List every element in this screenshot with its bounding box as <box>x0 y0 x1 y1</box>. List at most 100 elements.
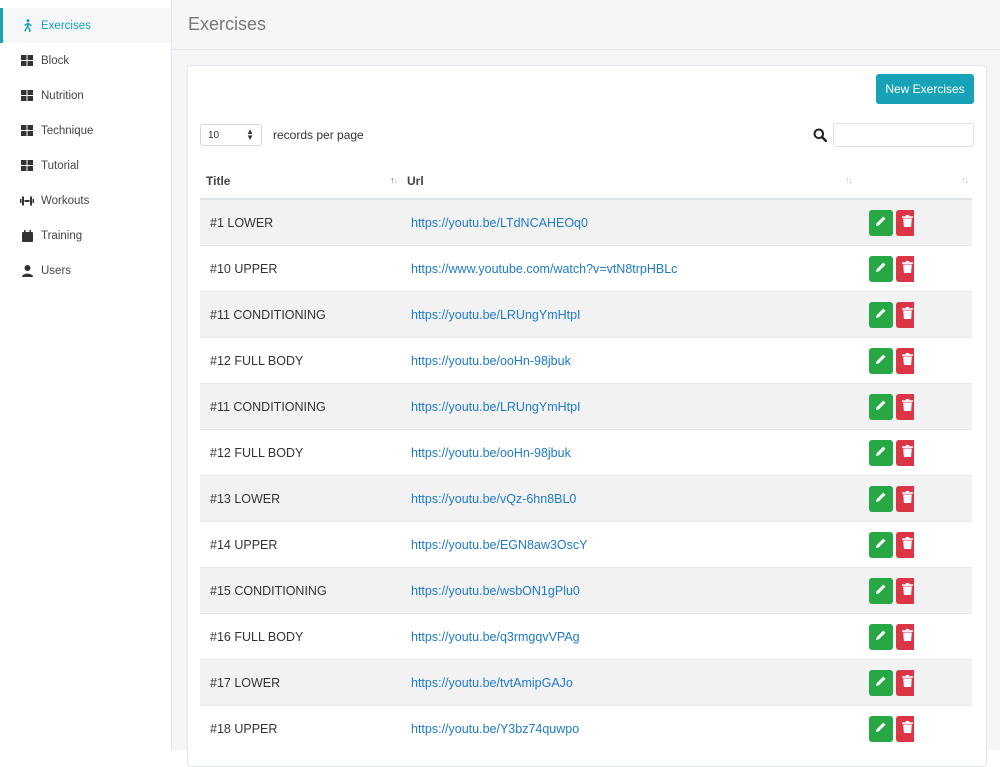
delete-button[interactable] <box>896 439 914 466</box>
table-row: #16 FULL BODY https://youtu.be/q3rmgqvVPA… <box>200 613 972 660</box>
column-header-url[interactable]: Url ↑↓ <box>401 164 856 200</box>
trash-icon <box>902 445 913 460</box>
column-header-extra[interactable]: ↑↓ <box>914 164 972 200</box>
delete-button[interactable] <box>896 531 914 558</box>
running-icon <box>20 19 34 33</box>
search-icon <box>813 128 827 142</box>
edit-button[interactable] <box>869 209 893 236</box>
edit-button[interactable] <box>869 393 893 420</box>
delete-button[interactable] <box>896 255 914 282</box>
column-header-title[interactable]: Title ↑↓ <box>200 164 401 200</box>
table-row: #17 LOWER https://youtu.be/tvtAmipGAJo <box>200 659 972 706</box>
delete-button[interactable] <box>896 577 914 604</box>
url-link[interactable]: https://youtu.be/EGN8aw3OscY <box>411 538 587 552</box>
sidebar-item-training[interactable]: Training <box>0 218 171 253</box>
url-link[interactable]: https://youtu.be/ooHn-98jbuk <box>411 446 571 460</box>
actions-cell <box>856 659 914 706</box>
new-exercises-button[interactable]: New Exercises <box>876 74 974 104</box>
delete-button[interactable] <box>896 301 914 328</box>
delete-button[interactable] <box>896 393 914 420</box>
url-link[interactable]: https://www.youtube.com/watch?v=vtN8trpH… <box>411 262 677 276</box>
url-link[interactable]: https://youtu.be/wsbON1gPlu0 <box>411 584 580 598</box>
delete-button[interactable] <box>896 485 914 512</box>
title-cell: #16 FULL BODY <box>200 613 401 660</box>
sidebar: Exercises Block Nutrition Technique Tutorial… <box>0 0 172 750</box>
delete-button[interactable] <box>896 715 914 742</box>
url-link[interactable]: https://youtu.be/Y3bz74quwpo <box>411 722 579 736</box>
url-cell: https://youtu.be/ooHn-98jbuk <box>401 337 856 384</box>
edit-button[interactable] <box>869 531 893 558</box>
pencil-icon <box>875 491 887 506</box>
delete-button[interactable] <box>896 623 914 650</box>
sidebar-item-label: Exercises <box>41 19 91 32</box>
column-header-actions[interactable] <box>856 164 914 200</box>
empty-cell <box>914 291 972 338</box>
title-cell: #17 LOWER <box>200 659 401 706</box>
sidebar-item-block[interactable]: Block <box>0 43 171 78</box>
trash-icon <box>902 307 913 322</box>
edit-button[interactable] <box>869 301 893 328</box>
url-link[interactable]: https://youtu.be/LTdNCAHEOq0 <box>411 216 588 230</box>
sidebar-item-label: Users <box>41 264 72 277</box>
sidebar-item-label: Training <box>41 229 83 242</box>
edit-button[interactable] <box>869 577 893 604</box>
sidebar-item-technique[interactable]: Technique <box>0 113 171 148</box>
delete-button[interactable] <box>896 347 914 374</box>
title-cell: #18 UPPER <box>200 705 401 751</box>
sidebar-item-tutorial[interactable]: Tutorial <box>0 148 171 183</box>
empty-cell <box>914 521 972 568</box>
edit-button[interactable] <box>869 439 893 466</box>
empty-cell <box>914 198 972 246</box>
edit-button[interactable] <box>869 347 893 374</box>
search-input[interactable] <box>833 123 974 147</box>
url-link[interactable]: https://youtu.be/vQz-6hn8BL0 <box>411 492 576 506</box>
url-link[interactable]: https://youtu.be/q3rmgqvVPAg <box>411 630 580 644</box>
page-title: Exercises <box>188 14 267 34</box>
pencil-icon <box>875 675 887 690</box>
actions-cell <box>856 705 914 751</box>
pencil-icon <box>875 537 887 552</box>
sort-icon: ↑↓ <box>845 175 853 185</box>
grid-icon <box>20 54 34 68</box>
empty-cell <box>914 475 972 522</box>
table-row: #15 CONDITIONING https://youtu.be/wsbON1g… <box>200 567 972 614</box>
edit-button[interactable] <box>869 715 893 742</box>
edit-button[interactable] <box>869 669 893 696</box>
url-link[interactable]: https://youtu.be/LRUngYmHtpI <box>411 308 581 322</box>
grid-icon <box>20 159 34 173</box>
trash-icon <box>902 721 913 736</box>
empty-cell <box>914 659 972 706</box>
url-cell: https://youtu.be/q3rmgqvVPAg <box>401 613 856 660</box>
sidebar-item-nutrition[interactable]: Nutrition <box>0 78 171 113</box>
url-cell: https://youtu.be/EGN8aw3OscY <box>401 521 856 568</box>
table-row: #12 FULL BODY https://youtu.be/ooHn-98jbu… <box>200 429 972 476</box>
empty-cell <box>914 383 972 430</box>
empty-cell <box>914 337 972 384</box>
url-link[interactable]: https://youtu.be/LRUngYmHtpI <box>411 400 581 414</box>
search-control <box>813 123 974 147</box>
empty-cell <box>914 245 972 292</box>
actions-cell <box>856 245 914 292</box>
exercises-card: New Exercises 10 ▲ ▼ records per page Tit… <box>187 65 987 767</box>
title-cell: #10 UPPER <box>200 245 401 292</box>
trash-icon <box>902 675 913 690</box>
select-arrows-icon: ▲ ▼ <box>246 127 254 142</box>
sidebar-item-workouts[interactable]: Workouts <box>0 183 171 218</box>
delete-button[interactable] <box>896 669 914 696</box>
url-link[interactable]: https://youtu.be/ooHn-98jbuk <box>411 354 571 368</box>
url-cell: https://youtu.be/LRUngYmHtpI <box>401 383 856 430</box>
edit-button[interactable] <box>869 623 893 650</box>
title-cell: #14 UPPER <box>200 521 401 568</box>
page-length-select[interactable]: 10 ▲ ▼ <box>200 124 262 146</box>
url-cell: https://youtu.be/vQz-6hn8BL0 <box>401 475 856 522</box>
sidebar-item-exercises[interactable]: Exercises <box>0 8 171 43</box>
trash-icon <box>902 629 913 644</box>
dumbbell-icon <box>20 194 34 208</box>
edit-button[interactable] <box>869 485 893 512</box>
url-link[interactable]: https://youtu.be/tvtAmipGAJo <box>411 676 573 690</box>
delete-button[interactable] <box>896 209 914 236</box>
url-cell: https://youtu.be/wsbON1gPlu0 <box>401 567 856 614</box>
sidebar-item-users[interactable]: Users <box>0 253 171 288</box>
edit-button[interactable] <box>869 255 893 282</box>
title-cell: #15 CONDITIONING <box>200 567 401 614</box>
